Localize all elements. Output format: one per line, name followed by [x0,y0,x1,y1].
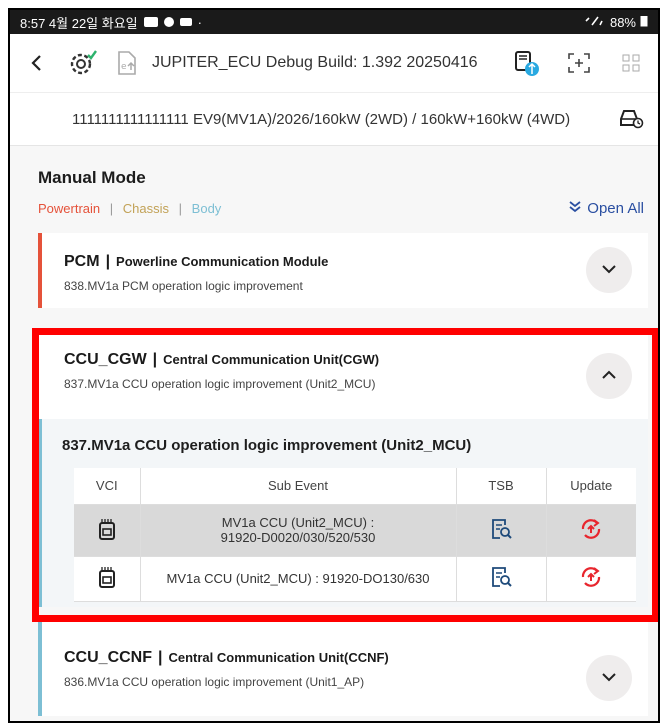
column-header-sub-event: Sub Event [140,468,457,505]
module-card-ccu-ccnf[interactable]: CCU_CCNF | Central Communication Unit(CCNF… [38,621,648,716]
event-detail-title: 837.MV1a CCU operation logic improvement… [62,437,472,454]
double-chevron-down-icon [569,200,581,217]
open-all-label: Open All [587,200,644,217]
chevron-up-icon [601,367,617,385]
module-code: PCM [64,253,100,270]
module-name: Central Communication Unit(CCNF) [168,650,389,665]
vci-device-icon [98,518,116,543]
column-header-vci: VCI [74,468,141,505]
app-title: JUPITER_ECU Debug Build: 1.392 20250416 [152,54,478,71]
back-icon[interactable] [22,48,52,78]
module-card-ccu-cgw[interactable]: CCU_CGW | Central Communication Unit(CGW) … [38,331,648,607]
sub-event-cell: MV1a CCU (Unit2_MCU) : 91920-DO130/630 [140,556,457,602]
module-code: CCU_CCNF [64,649,152,666]
ecu-file-icon[interactable]: e [112,48,142,78]
module-code: CCU_CGW [64,351,147,368]
chevron-down-icon [601,261,617,279]
grid-menu-icon[interactable] [616,48,646,78]
main-content: Manual Mode Powertrain | Chassis | Body … [10,146,658,721]
more-dot-icon: · [197,14,202,30]
vci-connection-icon[interactable] [512,48,542,78]
open-all-button[interactable]: Open All [569,200,644,217]
tsb-document-search-icon[interactable] [490,567,512,591]
status-bar: 8:57 4월 22일 화요일 · 88% [10,10,658,34]
category-filter: Powertrain | Chassis | Body [38,201,221,216]
manual-mode-title: Manual Mode [38,168,146,187]
category-chassis[interactable]: Chassis [123,201,169,216]
module-name: Powerline Communication Module [116,254,329,269]
status-time-date: 8:57 4월 22일 화요일 [20,15,138,31]
update-cell[interactable] [546,504,636,557]
module-subtitle: 837.MV1a CCU operation logic improvement… [64,377,376,391]
update-refresh-icon[interactable] [579,567,603,591]
module-card-pcm[interactable]: PCM | Powerline Communication Module 838.M… [38,233,648,308]
notification-icon [179,18,192,26]
module-name: Central Communication Unit(CGW) [163,352,380,367]
tsb-cell[interactable] [456,556,547,602]
column-header-tsb: TSB [456,468,547,505]
expand-button[interactable] [586,247,632,293]
diagnostic-gear-icon[interactable] [68,48,98,78]
category-body[interactable]: Body [192,201,222,216]
device-screen: 8:57 4월 22일 화요일 · 88% e JUPITER_ECU Debu… [8,8,660,723]
expand-button[interactable] [586,655,632,701]
chevron-down-icon [601,669,617,687]
sub-event-line: MV1a CCU (Unit2_MCU) : 91920-DO130/630 [166,571,430,586]
table-row[interactable]: MV1a CCU (Unit2_MCU) : 91920-D0020/030/5… [74,504,636,557]
table-row[interactable]: MV1a CCU (Unit2_MCU) : 91920-DO130/630 [74,556,636,602]
vci-device-icon [98,567,116,591]
vehicle-settings-icon[interactable] [618,105,644,134]
module-subtitle: 836.MV1a CCU operation logic improvement… [64,675,365,689]
tsb-document-search-icon[interactable] [490,518,512,543]
tsb-cell[interactable] [456,504,547,557]
app-header: e JUPITER_ECU Debug Build: 1.392 2025041… [10,34,658,92]
vci-cell [74,504,141,557]
vehicle-info: 1111111111111111 EV9(MV1A)/2026/160kW (2… [72,110,571,128]
category-powertrain[interactable]: Powertrain [38,201,100,216]
svg-text:e: e [121,62,127,72]
module-subtitle: 838.MV1a PCM operation logic improvement [64,279,303,293]
expand-screen-icon[interactable] [564,48,594,78]
sub-event-line: 91920-D0020/030/520/530 [220,530,376,545]
cloud-icon [143,17,158,27]
battery-icon [640,15,648,30]
category-separator: | [109,201,114,216]
vci-cell [74,556,141,602]
category-separator: | [178,201,183,216]
sub-event-line: MV1a CCU (Unit2_MCU) : [221,515,375,530]
sub-event-table: VCI Sub Event TSB Update MV1a CCU (Unit2… [74,468,636,602]
battery-percent: 88% [609,14,636,30]
collapse-button[interactable] [586,353,632,399]
sub-event-cell: MV1a CCU (Unit2_MCU) : 91920-D0020/030/5… [140,504,457,557]
column-header-update: Update [546,468,636,505]
update-cell[interactable] [546,556,636,602]
gear-icon [163,17,174,27]
vehicle-info-bar: 1111111111111111 EV9(MV1A)/2026/160kW (2… [10,92,658,146]
wifi-icon [584,15,606,30]
update-refresh-icon[interactable] [579,518,603,543]
